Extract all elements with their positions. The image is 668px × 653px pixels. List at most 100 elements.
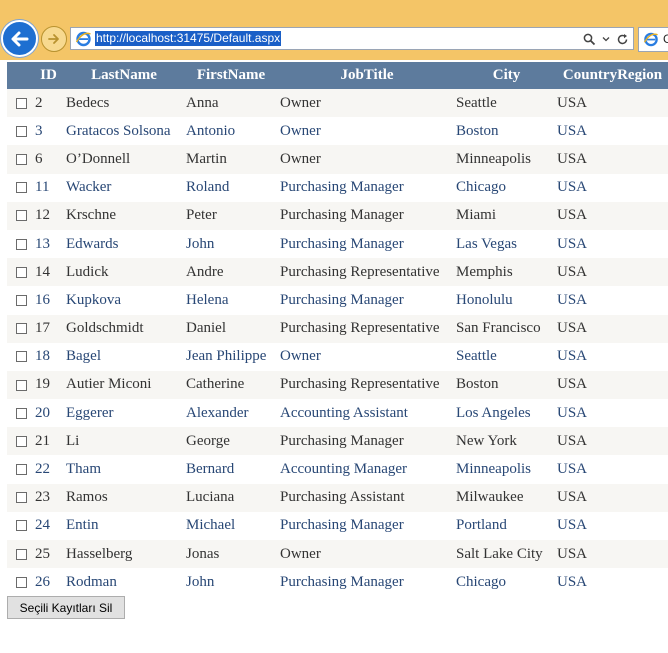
row-select-cell bbox=[7, 540, 33, 569]
row-checkbox[interactable] bbox=[16, 379, 27, 391]
table-row: 20 Eggerer Alexander Accounting Assistant Lo… bbox=[7, 399, 668, 428]
cell-firstname: Martin bbox=[184, 145, 278, 174]
row-select-cell bbox=[7, 89, 33, 118]
row-checkbox[interactable] bbox=[16, 294, 27, 306]
cell-id: 19 bbox=[33, 370, 64, 400]
cell-lastname: Entin bbox=[64, 511, 184, 540]
cell-jobtitle: Accounting Manager bbox=[278, 455, 456, 484]
ie-page-icon bbox=[75, 31, 91, 47]
cell-id: 20 bbox=[33, 399, 64, 428]
cell-city: Milwaukee bbox=[456, 483, 557, 512]
cell-firstname: Alexander bbox=[184, 399, 278, 428]
cell-lastname: Goldschmidt bbox=[64, 314, 184, 343]
row-checkbox[interactable] bbox=[16, 238, 27, 250]
table-row: 25 Hasselberg Jonas Owner Salt Lake City USA bbox=[7, 540, 668, 569]
header-countryregion[interactable]: CountryRegion bbox=[557, 62, 668, 89]
row-checkbox[interactable] bbox=[16, 182, 27, 194]
cell-firstname: Bernard bbox=[184, 455, 278, 484]
cell-id: 16 bbox=[33, 286, 64, 315]
browser-tab[interactable]: G bbox=[638, 27, 668, 52]
table-row: 22 Tham Bernard Accounting Manager Minneapol… bbox=[7, 455, 668, 484]
cell-city: Salt Lake City bbox=[456, 540, 557, 569]
cell-city: Minneapolis bbox=[456, 145, 557, 174]
row-checkbox[interactable] bbox=[16, 435, 27, 447]
table-row: 24 Entin Michael Purchasing Manager Portland… bbox=[7, 511, 668, 540]
row-checkbox[interactable] bbox=[16, 210, 27, 222]
table-row: 6 O’Donnell Martin Owner Minneapolis USA bbox=[7, 145, 668, 174]
cell-id: 3 bbox=[33, 117, 64, 146]
row-checkbox[interactable] bbox=[16, 407, 27, 419]
row-select-cell bbox=[7, 399, 33, 428]
cell-id: 24 bbox=[33, 511, 64, 540]
row-checkbox[interactable] bbox=[16, 520, 27, 532]
row-checkbox[interactable] bbox=[16, 464, 27, 476]
cell-countryregion: USA bbox=[557, 201, 668, 230]
cell-lastname: Wacker bbox=[64, 173, 184, 202]
row-select-cell bbox=[7, 286, 33, 315]
row-select-cell bbox=[7, 511, 33, 540]
header-lastname[interactable]: LastName bbox=[64, 62, 184, 89]
cell-countryregion: USA bbox=[557, 89, 668, 118]
cell-countryregion: USA bbox=[557, 314, 668, 343]
delete-selected-button[interactable]: Seçili Kayıtları Sil bbox=[7, 596, 125, 619]
cell-jobtitle: Purchasing Representative bbox=[278, 258, 456, 287]
row-checkbox[interactable] bbox=[16, 125, 27, 137]
cell-city: San Francisco bbox=[456, 314, 557, 343]
cell-city: Portland bbox=[456, 511, 557, 540]
row-checkbox[interactable] bbox=[16, 548, 27, 560]
row-select-cell bbox=[7, 370, 33, 400]
cell-jobtitle: Purchasing Manager bbox=[278, 229, 456, 259]
cell-lastname: Edwards bbox=[64, 229, 184, 259]
cell-id: 26 bbox=[33, 568, 64, 597]
cell-city: Las Vegas bbox=[456, 229, 557, 259]
cell-firstname: Michael bbox=[184, 511, 278, 540]
address-bar[interactable]: http://localhost:31475/Default.aspx bbox=[70, 27, 634, 50]
row-checkbox[interactable] bbox=[16, 154, 27, 166]
row-checkbox[interactable] bbox=[16, 351, 27, 363]
cell-id: 22 bbox=[33, 455, 64, 484]
cell-firstname: Catherine bbox=[184, 370, 278, 400]
cell-jobtitle: Purchasing Manager bbox=[278, 201, 456, 230]
header-firstname[interactable]: FirstName bbox=[184, 62, 278, 89]
back-button[interactable] bbox=[1, 20, 38, 57]
refresh-icon[interactable] bbox=[616, 33, 629, 46]
table-row: 16 Kupkova Helena Purchasing Manager Honolul… bbox=[7, 286, 668, 315]
table-row: 13 Edwards John Purchasing Manager Las Vegas… bbox=[7, 229, 668, 259]
cell-countryregion: USA bbox=[557, 568, 668, 597]
row-select-cell bbox=[7, 117, 33, 146]
row-checkbox[interactable] bbox=[16, 492, 27, 504]
row-checkbox[interactable] bbox=[16, 576, 27, 588]
header-id[interactable]: ID bbox=[33, 62, 64, 89]
cell-id: 17 bbox=[33, 314, 64, 343]
address-url[interactable]: http://localhost:31475/Default.aspx bbox=[95, 31, 282, 46]
row-checkbox[interactable] bbox=[16, 323, 27, 335]
cell-id: 11 bbox=[33, 173, 64, 202]
header-city[interactable]: City bbox=[456, 62, 557, 89]
cell-lastname: Ramos bbox=[64, 483, 184, 512]
cell-id: 18 bbox=[33, 342, 64, 371]
cell-firstname: Jonas bbox=[184, 540, 278, 569]
cell-jobtitle: Purchasing Manager bbox=[278, 427, 456, 456]
cell-jobtitle: Owner bbox=[278, 540, 456, 569]
cell-firstname: Jean Philippe bbox=[184, 342, 278, 371]
forward-button[interactable] bbox=[41, 26, 67, 52]
cell-countryregion: USA bbox=[557, 229, 668, 259]
row-select-cell bbox=[7, 201, 33, 230]
grid-body: 2 Bedecs Anna Owner Seattle USA 3 Gratacos Sols… bbox=[7, 89, 668, 597]
cell-city: Boston bbox=[456, 370, 557, 400]
row-select-cell bbox=[7, 173, 33, 202]
cell-firstname: Andre bbox=[184, 258, 278, 287]
cell-firstname: Daniel bbox=[184, 314, 278, 343]
cell-id: 25 bbox=[33, 540, 64, 569]
cell-city: Honolulu bbox=[456, 286, 557, 315]
row-checkbox[interactable] bbox=[16, 97, 27, 109]
arrow-left-icon bbox=[11, 31, 28, 46]
row-checkbox[interactable] bbox=[16, 266, 27, 278]
chevron-down-icon[interactable] bbox=[602, 35, 610, 43]
search-icon[interactable] bbox=[583, 33, 596, 46]
header-jobtitle[interactable]: JobTitle bbox=[278, 62, 456, 89]
cell-countryregion: USA bbox=[557, 286, 668, 315]
cell-countryregion: USA bbox=[557, 258, 668, 287]
row-select-cell bbox=[7, 258, 33, 287]
cell-city: Los Angeles bbox=[456, 399, 557, 428]
